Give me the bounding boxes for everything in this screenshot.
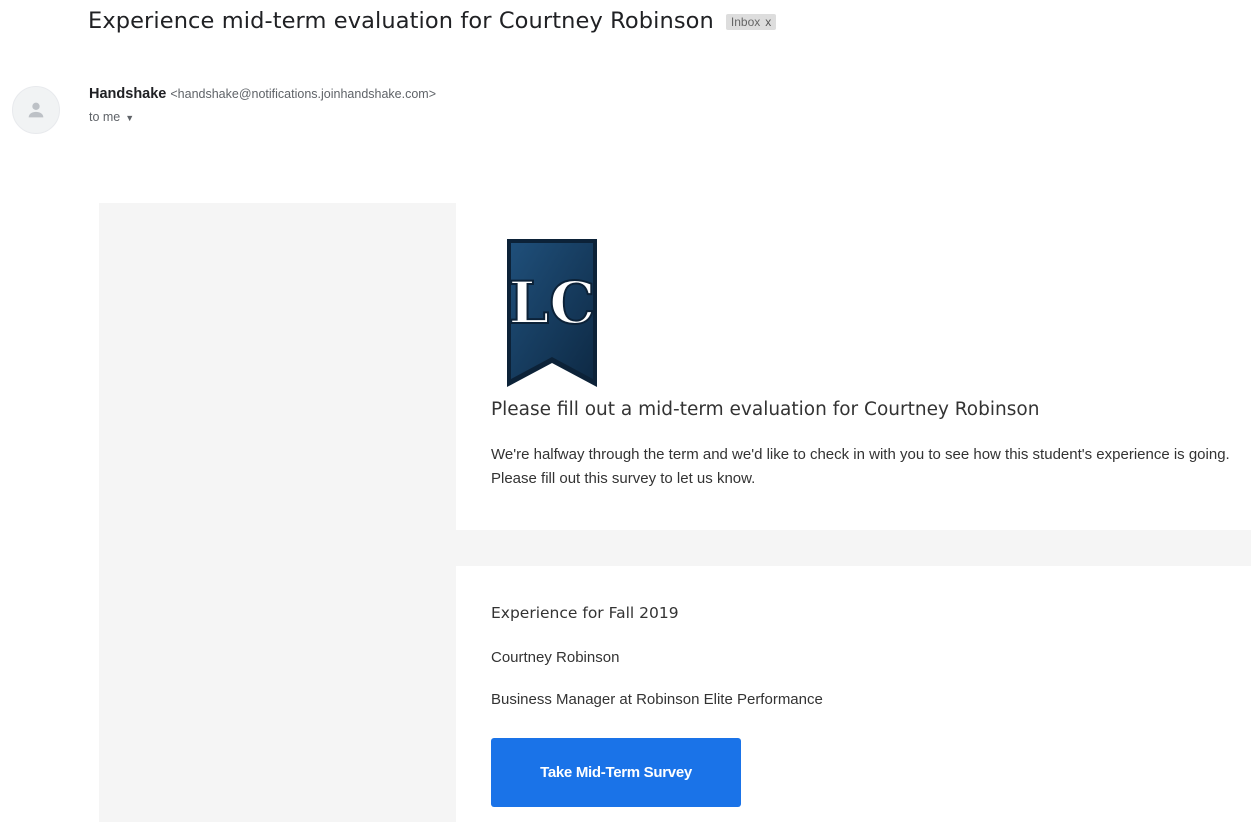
evaluation-heading: Please fill out a mid-term evaluation fo… bbox=[491, 399, 1040, 420]
show-details-caret-icon[interactable]: ▼ bbox=[125, 113, 134, 123]
remove-label-icon[interactable]: x bbox=[765, 15, 771, 29]
sender-email: <handshake@notifications.joinhandshake.c… bbox=[170, 87, 437, 101]
email-body: LC Please fill out a mid-term evaluation… bbox=[99, 203, 1251, 822]
evaluation-intro-card: LC Please fill out a mid-term evaluation… bbox=[456, 203, 1251, 530]
email-view: Experience mid-term evaluation for Court… bbox=[0, 0, 1251, 822]
person-icon bbox=[28, 102, 44, 118]
evaluation-intro-text: We're halfway through the term and we'd … bbox=[491, 446, 1230, 487]
email-subject: Experience mid-term evaluation for Court… bbox=[88, 8, 714, 34]
student-position: Business Manager at Robinson Elite Perfo… bbox=[491, 691, 823, 708]
sender-name[interactable]: Handshake bbox=[89, 86, 166, 102]
sender-avatar bbox=[12, 86, 60, 134]
logo-letters: LC bbox=[509, 269, 596, 337]
inbox-label-chip[interactable]: Inbox x bbox=[725, 14, 777, 30]
lc-banner-logo: LC bbox=[507, 239, 597, 387]
student-name: Courtney Robinson bbox=[491, 649, 620, 666]
inbox-label-text: Inbox bbox=[730, 15, 761, 29]
experience-card: Experience for Fall 2019 Courtney Robins… bbox=[456, 566, 1251, 822]
recipient-line: to me ▼ bbox=[89, 110, 134, 124]
take-survey-button[interactable]: Take Mid-Term Survey bbox=[491, 738, 741, 807]
recipient-text: to me bbox=[89, 110, 121, 124]
sender-line: Handshake <handshake@notifications.joinha… bbox=[89, 86, 436, 102]
subject-row: Experience mid-term evaluation for Court… bbox=[88, 8, 777, 34]
experience-title: Experience for Fall 2019 bbox=[491, 604, 679, 622]
